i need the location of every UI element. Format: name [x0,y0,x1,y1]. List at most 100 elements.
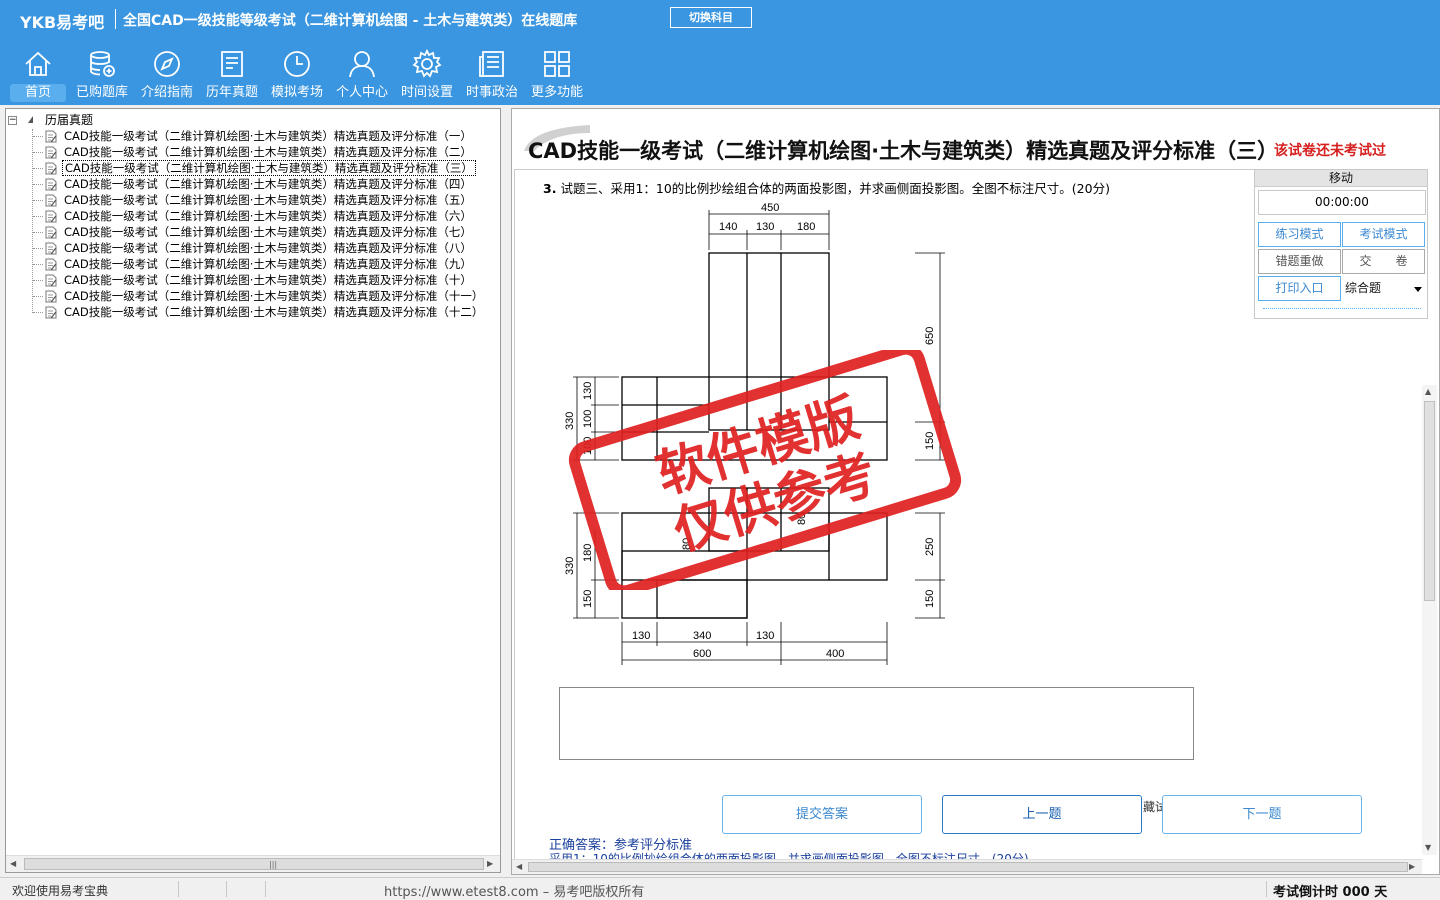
move-handle[interactable]: 移动 [1255,170,1427,187]
scroll-left-icon[interactable]: ◀ [10,859,16,868]
nav-mock-exam[interactable]: 模拟考场 [265,46,329,104]
nav-purchased[interactable]: 已购题库 [70,46,134,104]
switch-subject-button[interactable]: 切换科目 [670,7,752,28]
previous-question-button[interactable]: 上一题 [942,795,1142,834]
dim-label: 340 [693,630,711,642]
tree-item[interactable]: CAD技能一级考试（二维计算机绘图·土木与建筑类）精选真题及评分标准（八） [33,240,493,256]
scroll-right-icon[interactable]: ▶ [487,859,493,868]
nav-past-papers-label: 历年真题 [205,85,258,100]
document-edit-icon [45,226,57,239]
question-heading: CAD技能一级考试（二维计算机绘图·土木与建筑类）精选真题及评分标准（三） [528,139,1279,163]
brand-logo: YKB易考吧 [20,13,105,32]
document-edit-icon [45,194,57,207]
scrollbar-thumb[interactable] [1424,401,1435,601]
welcome-text: 欢迎使用易考宝典 [12,884,109,898]
nav-profile[interactable]: 个人中心 [330,46,394,104]
right-vertical-scrollbar[interactable]: ▲ ▼ [1422,385,1437,855]
tree-item-label: CAD技能一级考试（二维计算机绘图·土木与建筑类）精选真题及评分标准（三） [62,160,476,176]
dropdown-caret-icon [1414,287,1422,292]
nav-more-label: 更多功能 [530,85,583,100]
tree-item[interactable]: CAD技能一级考试（二维计算机绘图·土木与建筑类）精选真题及评分标准（十二） [33,304,493,320]
dim-label: 400 [826,648,844,660]
tree-item[interactable]: CAD技能一级考试（二维计算机绘图·土木与建筑类）精选真题及评分标准（四） [33,176,493,192]
collapse-icon[interactable]: − [8,116,17,125]
tree-item[interactable]: CAD技能一级考试（二维计算机绘图·土木与建筑类）精选真题及评分标准（一） [33,128,493,144]
grid-icon [544,51,570,77]
dim-label: 600 [693,648,711,660]
nav-time-settings-label: 时间设置 [400,85,453,100]
nav-past-papers[interactable]: 历年真题 [200,46,264,104]
tree-item-label: CAD技能一级考试（二维计算机绘图·土木与建筑类）精选真题及评分标准（八） [64,241,472,255]
tree-item[interactable]: CAD技能一级考试（二维计算机绘图·土木与建筑类）精选真题及评分标准（九） [33,256,493,272]
app-header: YKB易考吧 全国CAD一级技能等级考试（二维计算机绘图 - 土木与建筑类）在线… [0,0,1440,105]
document-edit-icon [45,258,57,271]
dim-label: 130 [756,221,774,233]
question-content-area: 3. 试题三、采用1：10的比例抄绘组合体的两面投影图，并求画侧面投影图。全图不… [514,169,1372,863]
tree-item[interactable]: CAD技能一级考试（二维计算机绘图·土木与建筑类）精选真题及评分标准（十一） [33,288,493,304]
submit-answer-button[interactable]: 提交答案 [722,795,922,834]
nav-politics-label: 时事政治 [465,85,518,100]
practice-mode-button[interactable]: 练习模式 [1258,222,1341,247]
database-icon [90,51,115,77]
document-edit-icon [45,130,57,143]
question-type-select[interactable]: 综合题 [1342,276,1426,301]
nav-home[interactable]: 首页 [6,46,70,104]
tree-item[interactable]: CAD技能一级考试（二维计算机绘图·土木与建筑类）精选真题及评分标准（六） [33,208,493,224]
user-icon [349,51,375,78]
copyright-text: https://www.etest8.com – 易考吧版权所有 [384,885,645,900]
compass-icon [154,51,180,77]
tree-root-label: 历届真题 [45,113,94,127]
home-icon [25,51,51,76]
brand-divider [115,9,116,29]
dim-label: 130 [756,630,774,642]
scroll-right-icon[interactable]: ▶ [1409,862,1415,871]
document-edit-icon [45,162,57,175]
nav-profile-label: 个人中心 [335,85,388,100]
document-edit-icon [45,178,57,191]
next-question-button[interactable]: 下一题 [1162,795,1362,834]
dim-label: 150 [924,590,936,608]
tree-item-label: CAD技能一级考试（二维计算机绘图·土木与建筑类）精选真题及评分标准（九） [64,257,472,271]
tree-item-label: CAD技能一级考试（二维计算机绘图·土木与建筑类）精选真题及评分标准（二） [64,145,472,159]
tree-item[interactable]: CAD技能一级考试（二维计算机绘图·土木与建筑类）精选真题及评分标准（二） [33,144,493,160]
tree-item[interactable]: CAD技能一级考试（二维计算机绘图·土木与建筑类）精选真题及评分标准（七） [33,224,493,240]
nav-time-settings[interactable]: 时间设置 [395,46,459,104]
tree-item-label: CAD技能一级考试（二维计算机绘图·土木与建筑类）精选真题及评分标准（十二） [64,305,484,319]
clock-icon [284,51,310,77]
exam-control-box: 移动 00:00:00 练习模式 考试模式 错题重做 交 卷 打印入口 综合题 [1254,169,1428,319]
scroll-left-icon[interactable]: ◀ [516,862,522,871]
tree-item[interactable]: CAD技能一级考试（二维计算机绘图·土木与建筑类）精选真题及评分标准（十） [33,272,493,288]
nav-politics[interactable]: 时事政治 [460,46,524,104]
watermark-stamp: 软件模版 仅供参考 [568,350,962,590]
tree-item[interactable]: CAD技能一级考试（二维计算机绘图·土木与建筑类）精选真题及评分标准（三） [33,160,493,176]
exam-mode-button[interactable]: 考试模式 [1342,222,1425,247]
document-edit-icon [45,274,57,287]
scroll-up-icon[interactable]: ▲ [1425,387,1431,396]
status-bar: 欢迎使用易考宝典 https://www.etest8.com – 易考吧版权所… [0,877,1440,900]
exam-countdown: 考试倒计时 000 天 [1273,885,1388,900]
document-edit-icon [45,242,57,255]
nav-guide-label: 介绍指南 [140,85,193,100]
dim-label: 450 [761,202,779,214]
submit-paper-button[interactable]: 交 卷 [1342,249,1425,274]
scrollbar-thumb[interactable] [528,862,1408,872]
tree-item[interactable]: CAD技能一级考试（二维计算机绘图·土木与建筑类）精选真题及评分标准（五） [33,192,493,208]
not-taken-notice: 该试卷还未考试过 [1274,143,1386,159]
nav-mock-exam-label: 模拟考场 [270,85,323,100]
scrollbar-thumb[interactable]: ||| [24,858,484,870]
tree-item-label: CAD技能一级考试（二维计算机绘图·土木与建筑类）精选真题及评分标准（五） [64,193,472,207]
nav-purchased-label: 已购题库 [75,85,128,100]
nav-guide[interactable]: 介绍指南 [135,46,199,104]
scroll-down-icon[interactable]: ▼ [1425,843,1431,852]
right-horizontal-scrollbar[interactable]: ◀ ▶ [512,859,1422,874]
question-number: 3. [543,181,557,196]
print-button[interactable]: 打印入口 [1258,276,1341,301]
redo-wrong-button[interactable]: 错题重做 [1258,249,1341,274]
tree-item-label: CAD技能一级考试（二维计算机绘图·土木与建筑类）精选真题及评分标准（四） [64,177,472,191]
nav-more[interactable]: 更多功能 [525,46,589,104]
document-edit-icon [45,210,57,223]
timer-display: 00:00:00 [1258,190,1426,215]
gear-icon [412,49,442,78]
left-horizontal-scrollbar[interactable]: ◀ ||| ▶ [6,855,500,872]
answer-input-box[interactable] [559,687,1194,760]
